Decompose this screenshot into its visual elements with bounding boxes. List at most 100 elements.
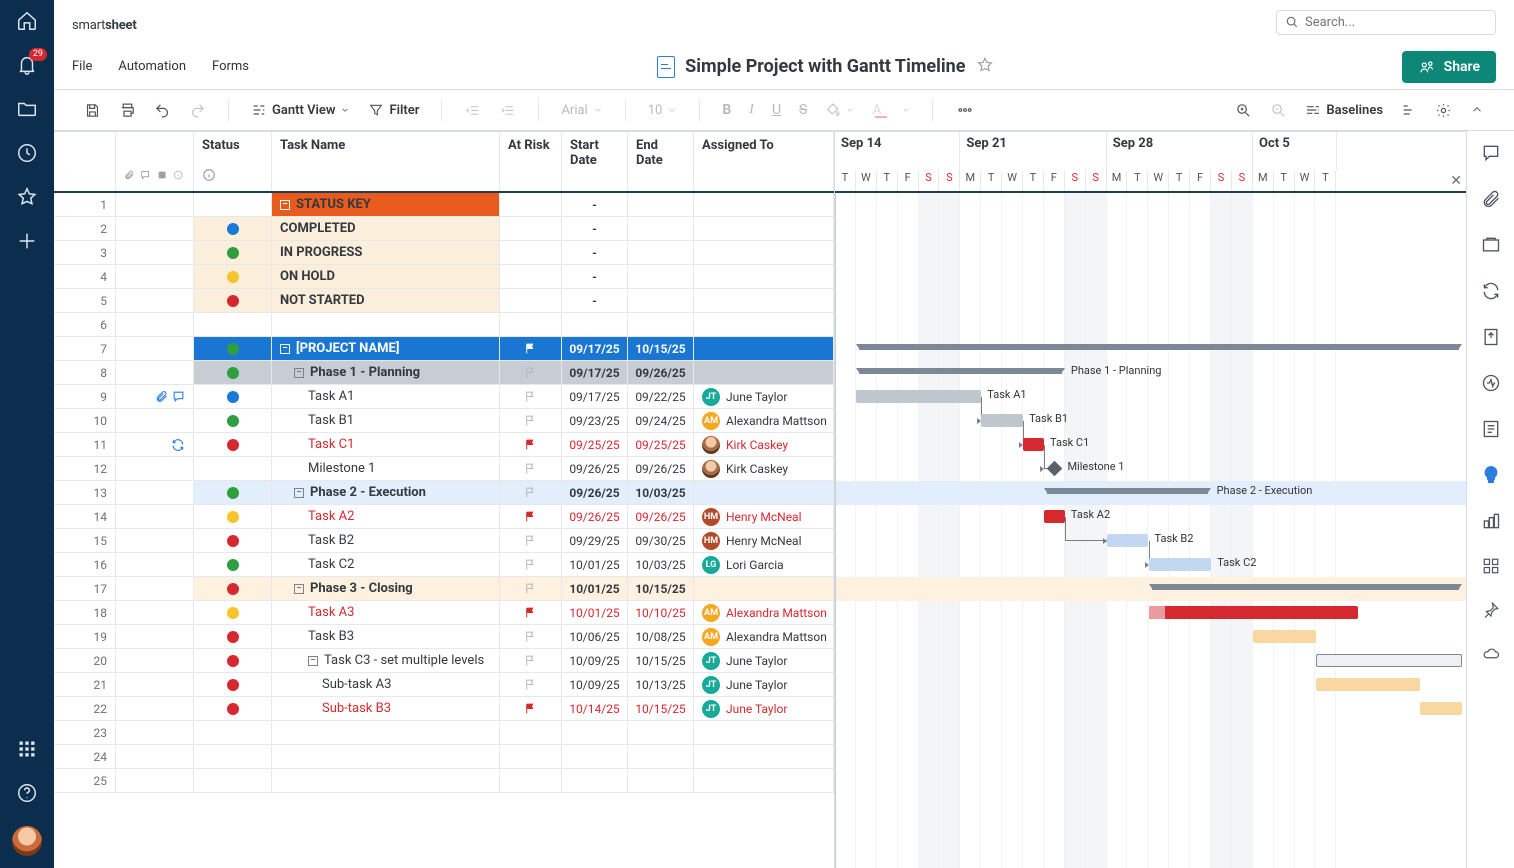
cell-assigned[interactable] (694, 769, 834, 792)
cell-start[interactable] (562, 313, 628, 336)
cell-start[interactable]: 09/17/25 (562, 361, 628, 384)
collapse-toggle[interactable]: − (280, 344, 290, 354)
cell-end[interactable] (628, 217, 694, 240)
cell-assigned[interactable] (694, 361, 834, 384)
cell-indicators[interactable] (116, 577, 194, 600)
cell-rownum[interactable]: 1 (54, 193, 116, 216)
cell-end[interactable]: 10/08/25 (628, 625, 694, 648)
col-header-assigned[interactable]: Assigned To (694, 132, 834, 191)
summary-bar[interactable] (1152, 584, 1460, 590)
cell-indicators[interactable] (116, 601, 194, 624)
cell-start[interactable]: 10/09/25 (562, 649, 628, 672)
cell-rownum[interactable]: 6 (54, 313, 116, 336)
cell-taskname[interactable]: −Phase 2 - Execution (272, 481, 500, 504)
strike-button[interactable]: S (793, 98, 813, 122)
cell-assigned[interactable] (694, 289, 834, 312)
cell-taskname[interactable]: Task A2 (272, 505, 500, 528)
menu-automation[interactable]: Automation (118, 59, 186, 74)
cell-rownum[interactable]: 24 (54, 745, 116, 768)
cell-assigned[interactable]: JTJune Taylor (694, 673, 834, 696)
collapse-toggle[interactable]: − (294, 488, 304, 498)
cell-atrisk[interactable] (500, 241, 562, 264)
cell-taskname[interactable] (272, 721, 500, 744)
cell-assigned[interactable] (694, 193, 834, 216)
cell-start[interactable]: 10/06/25 (562, 625, 628, 648)
help-icon[interactable] (16, 782, 38, 804)
cell-rownum[interactable]: 2 (54, 217, 116, 240)
cell-rownum[interactable]: 25 (54, 769, 116, 792)
cell-end[interactable]: 10/03/25 (628, 481, 694, 504)
brandfolder-icon[interactable] (1481, 511, 1501, 535)
cell-indicators[interactable] (116, 625, 194, 648)
week-header[interactable]: Sep 14 (835, 132, 960, 171)
cell-rownum[interactable]: 16 (54, 553, 116, 576)
cell-atrisk[interactable] (500, 313, 562, 336)
cell-end[interactable]: 09/26/25 (628, 457, 694, 480)
col-header-indicators[interactable] (116, 132, 194, 191)
cell-indicators[interactable] (116, 529, 194, 552)
table-row[interactable]: 10Task B109/23/2509/24/25AMAlexandra Mat… (54, 409, 834, 433)
cell-rownum[interactable]: 4 (54, 265, 116, 288)
table-row[interactable]: 4ON HOLD- (54, 265, 834, 289)
cell-indicators[interactable] (116, 721, 194, 744)
cell-atrisk[interactable] (500, 673, 562, 696)
task-bar[interactable] (1316, 678, 1421, 691)
table-row[interactable]: 3IN PROGRESS- (54, 241, 834, 265)
cell-indicators[interactable] (116, 409, 194, 432)
cell-taskname[interactable]: −Task C3 - set multiple levels (272, 649, 500, 672)
cell-status[interactable] (194, 337, 272, 360)
cell-status[interactable] (194, 697, 272, 720)
table-row[interactable]: 23 (54, 721, 834, 745)
cell-taskname[interactable]: Task A1 (272, 385, 500, 408)
table-row[interactable]: 15Task B209/29/2509/30/25HMHenry McNeal (54, 529, 834, 553)
cell-end[interactable] (628, 265, 694, 288)
cell-end[interactable]: 09/26/25 (628, 361, 694, 384)
cell-assigned[interactable]: JTJune Taylor (694, 649, 834, 672)
search-input[interactable] (1305, 15, 1487, 30)
cell-end[interactable]: 10/15/25 (628, 337, 694, 360)
cell-taskname[interactable]: −[PROJECT NAME] (272, 337, 500, 360)
collapse-toggle[interactable]: − (280, 200, 290, 210)
cell-taskname[interactable]: IN PROGRESS (272, 241, 500, 264)
table-row[interactable]: 7−[PROJECT NAME]09/17/2510/15/25 (54, 337, 834, 361)
cell-start[interactable]: 10/01/25 (562, 553, 628, 576)
favorites-icon[interactable] (16, 186, 38, 208)
cell-status[interactable] (194, 433, 272, 456)
cell-status[interactable] (194, 529, 272, 552)
cell-rownum[interactable]: 3 (54, 241, 116, 264)
table-row[interactable]: 5NOT STARTED- (54, 289, 834, 313)
cell-indicators[interactable] (116, 649, 194, 672)
cell-rownum[interactable]: 17 (54, 577, 116, 600)
task-bar[interactable] (1023, 438, 1044, 451)
work-insights-icon[interactable] (1481, 465, 1501, 489)
summary-bar[interactable] (1047, 488, 1208, 494)
zoom-out-button[interactable] (1264, 98, 1293, 123)
table-row[interactable]: 16Task C210/01/2510/03/25LGLori Garcia (54, 553, 834, 577)
view-switcher[interactable]: Gantt View (245, 98, 356, 122)
cell-rownum[interactable]: 9 (54, 385, 116, 408)
cell-end[interactable] (628, 313, 694, 336)
cell-end[interactable]: 09/25/25 (628, 433, 694, 456)
cell-atrisk[interactable] (500, 361, 562, 384)
cell-taskname[interactable]: −Phase 1 - Planning (272, 361, 500, 384)
cell-assigned[interactable]: AMAlexandra Mattson (694, 625, 834, 648)
cell-taskname[interactable]: Task C2 (272, 553, 500, 576)
cell-end[interactable]: 10/13/25 (628, 673, 694, 696)
cell-atrisk[interactable] (500, 769, 562, 792)
summary-bar[interactable] (859, 368, 1062, 374)
cell-assigned[interactable]: HMHenry McNeal (694, 529, 834, 552)
cell-assigned[interactable] (694, 241, 834, 264)
cell-start[interactable]: - (562, 193, 628, 216)
table-row[interactable]: 22Sub-task B310/14/2510/15/25JTJune Tayl… (54, 697, 834, 721)
task-bar[interactable] (856, 390, 981, 403)
cell-rownum[interactable]: 18 (54, 601, 116, 624)
cell-assigned[interactable]: AMAlexandra Mattson (694, 409, 834, 432)
collapse-toggle[interactable]: − (294, 584, 304, 594)
cell-status[interactable] (194, 673, 272, 696)
table-row[interactable]: 21Sub-task A310/09/2510/13/25JTJune Tayl… (54, 673, 834, 697)
fill-color-button[interactable] (819, 98, 860, 122)
cell-taskname[interactable] (272, 313, 500, 336)
cell-status[interactable] (194, 505, 272, 528)
cell-atrisk[interactable] (500, 217, 562, 240)
font-family-select[interactable]: Arial (555, 99, 608, 122)
